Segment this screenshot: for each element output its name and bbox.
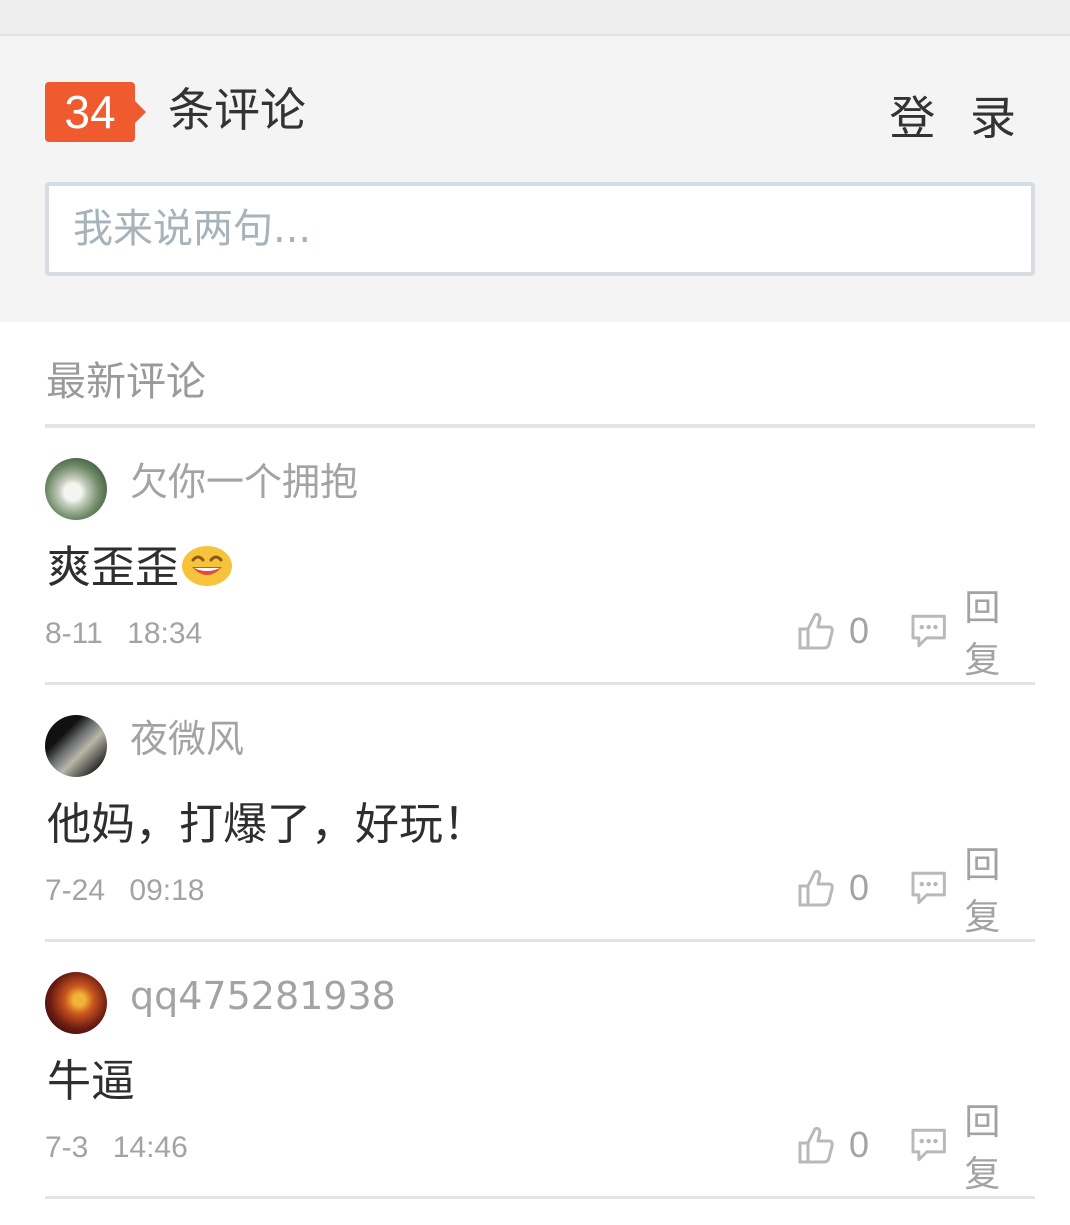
comment-username[interactable]: 夜微风 [130,713,244,765]
comment-timestamp: 7-24 09:18 [45,874,205,907]
reply-button[interactable]: 回复 [911,845,1035,938]
comment-item: 夜微风 他妈，打爆了，好玩！ 7-24 09:18 0 回复 [45,685,1035,942]
thumbs-up-icon [798,869,834,907]
login-button[interactable]: 登 录 [889,88,1026,148]
top-strip [0,0,1070,36]
comment-bubble-icon [911,1128,946,1162]
like-count: 0 [849,867,870,908]
like-count: 0 [849,610,870,651]
grinning-face-emoji-icon [182,546,232,586]
comment-username[interactable]: qq475281938 [130,970,396,1022]
comment-bubble-icon [911,614,946,648]
avatar[interactable] [45,972,107,1034]
reply-button[interactable]: 回复 [911,588,1035,681]
comment-item: 欠你一个拥抱 爽歪歪 8-11 18:34 0 回复 [45,428,1035,685]
comment-divider [45,1196,1035,1199]
like-button[interactable]: 0 [797,863,869,913]
reply-label: 回复 [964,1102,1001,1195]
comment-count-badge: 34 [45,82,146,142]
comment-count-label: 条评论 [168,83,306,137]
comment-username[interactable]: 欠你一个拥抱 [130,456,358,508]
comment-content: 爽歪歪 [47,538,233,598]
comment-timestamp: 7-3 14:46 [45,1131,188,1164]
comment-input[interactable] [45,182,1035,276]
thumbs-up-icon [798,1126,834,1164]
reply-label: 回复 [964,588,1001,681]
avatar[interactable] [45,715,107,777]
comment-item: qq475281938 牛逼 7-3 14:46 0 回复 [45,942,1035,1199]
thumbs-up-icon [798,612,834,650]
reply-button[interactable]: 回复 [911,1102,1035,1195]
comment-content: 他妈，打爆了，好玩！ [47,799,487,850]
like-button[interactable]: 0 [797,606,869,656]
comment-bubble-icon [911,871,946,905]
comment-content: 牛逼 [47,1056,135,1107]
like-count: 0 [849,1124,870,1165]
avatar[interactable] [45,458,107,520]
like-button[interactable]: 0 [797,1120,869,1170]
comment-text: 爽歪歪 [47,542,179,593]
reply-label: 回复 [964,845,1001,938]
latest-comments-title: 最新评论 [46,359,206,405]
comment-header: 34 条评论 登 录 [0,36,1070,322]
comment-timestamp: 8-11 18:34 [45,617,203,650]
